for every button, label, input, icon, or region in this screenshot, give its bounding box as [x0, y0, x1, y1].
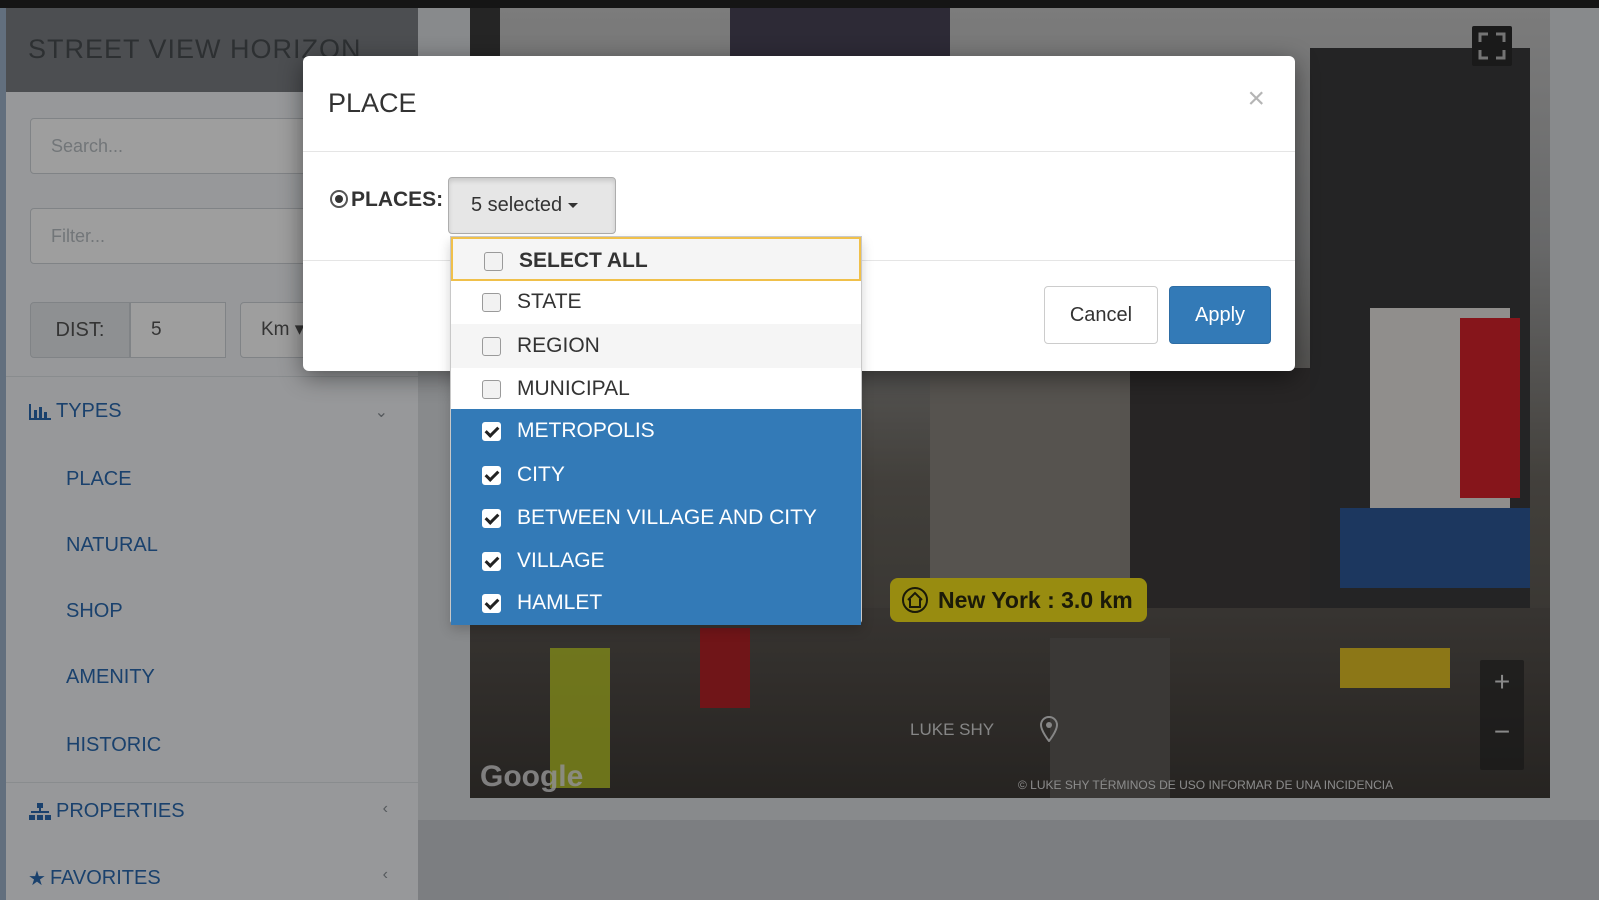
- option-label: SELECT ALL: [519, 249, 648, 272]
- option-region[interactable]: REGION: [451, 324, 861, 368]
- cancel-button[interactable]: Cancel: [1044, 286, 1158, 344]
- checkbox[interactable]: [482, 552, 501, 571]
- checkbox[interactable]: [482, 466, 501, 485]
- option-city[interactable]: CITY: [451, 453, 861, 497]
- places-dropdown-menu: SELECT ALL STATE REGION MUNICIPAL METROP…: [450, 236, 862, 625]
- option-label: METROPOLIS: [517, 419, 655, 442]
- option-label: MUNICIPAL: [517, 377, 630, 400]
- option-between-village-and-city[interactable]: BETWEEN VILLAGE AND CITY: [451, 496, 861, 540]
- checkbox[interactable]: [482, 380, 501, 399]
- places-dropdown[interactable]: 5 selected: [448, 177, 616, 234]
- apply-button[interactable]: Apply: [1169, 286, 1271, 344]
- option-municipal[interactable]: MUNICIPAL: [451, 367, 861, 411]
- checkbox[interactable]: [482, 293, 501, 312]
- option-state[interactable]: STATE: [451, 280, 861, 324]
- caret-down-icon: [568, 203, 579, 209]
- option-label: BETWEEN VILLAGE AND CITY: [517, 506, 817, 529]
- option-village[interactable]: VILLAGE: [451, 539, 861, 583]
- option-label: CITY: [517, 463, 565, 486]
- option-label: VILLAGE: [517, 549, 605, 572]
- modal-header: PLACE ×: [303, 56, 1295, 152]
- option-select-all[interactable]: SELECT ALL: [451, 237, 861, 281]
- option-label: STATE: [517, 290, 582, 313]
- checkbox[interactable]: [482, 509, 501, 528]
- modal-title: PLACE: [328, 88, 417, 118]
- places-label: PLACES:: [351, 188, 444, 211]
- option-metropolis[interactable]: METROPOLIS: [451, 409, 861, 453]
- option-label: REGION: [517, 334, 600, 357]
- checkbox[interactable]: [482, 422, 501, 441]
- places-radio[interactable]: [330, 190, 348, 208]
- checkbox[interactable]: [482, 594, 501, 613]
- option-hamlet[interactable]: HAMLET: [451, 581, 861, 625]
- option-label: HAMLET: [517, 591, 603, 614]
- places-dropdown-value: 5 selected: [471, 194, 563, 216]
- close-icon[interactable]: ×: [1247, 82, 1265, 116]
- checkbox[interactable]: [484, 252, 503, 271]
- checkbox[interactable]: [482, 337, 501, 356]
